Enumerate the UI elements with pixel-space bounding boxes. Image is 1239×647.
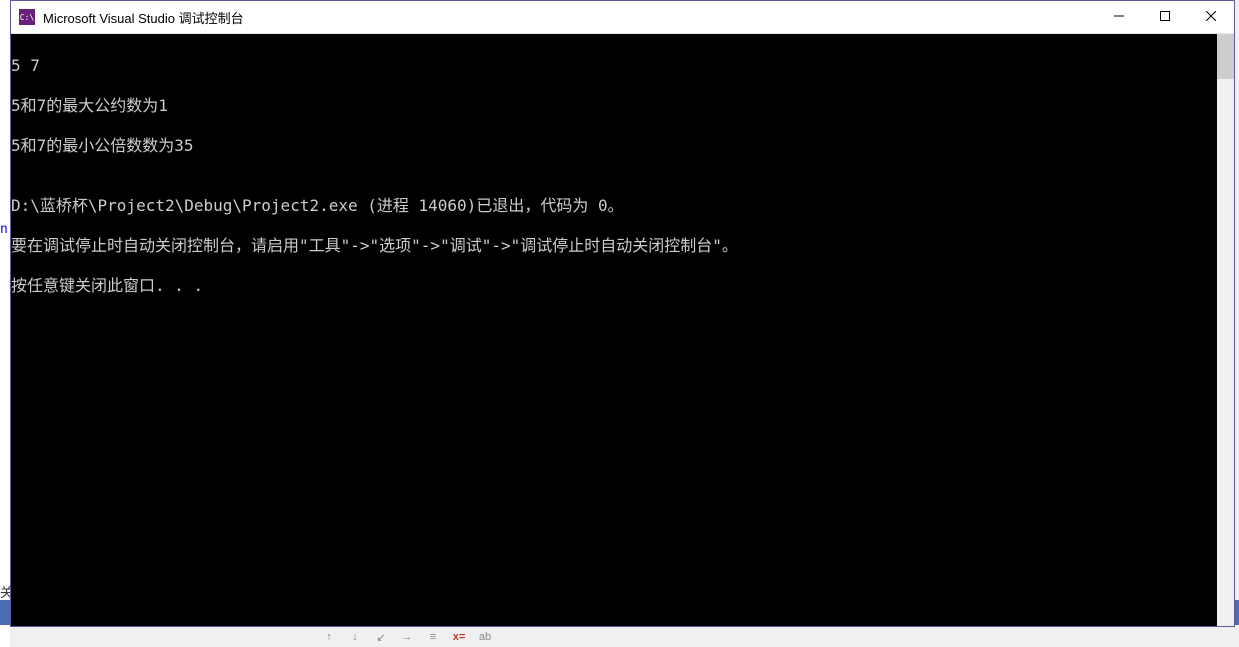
minimize-icon	[1114, 10, 1124, 24]
background-code-fragment: n	[0, 222, 8, 237]
window-title: Microsoft Visual Studio 调试控制台	[43, 8, 1096, 27]
toolbar-icon: ↓	[346, 631, 364, 645]
close-icon	[1206, 10, 1216, 24]
console-line: D:\蓝桥杯\Project2\Debug\Project2.exe (进程 1…	[11, 196, 1217, 216]
toolbar-icon: ab	[476, 631, 494, 645]
maximize-icon	[1160, 10, 1170, 24]
console-line: 要在调试停止时自动关闭控制台，请启用"工具"->"选项"->"调试"->"调试停…	[11, 236, 1217, 256]
scrollbar-thumb[interactable]	[1217, 34, 1234, 79]
background-editor-strip	[0, 0, 10, 647]
window-controls	[1096, 1, 1234, 33]
close-button[interactable]	[1188, 1, 1234, 33]
toolbar-icon: ≡	[424, 631, 442, 645]
console-line: 5和7的最小公倍数数为35	[11, 136, 1217, 156]
titlebar[interactable]: C:\ Microsoft Visual Studio 调试控制台	[11, 1, 1234, 34]
console-window: C:\ Microsoft Visual Studio 调试控制台 5 7 5和…	[10, 0, 1235, 627]
minimize-button[interactable]	[1096, 1, 1142, 33]
console-line: 5和7的最大公约数为1	[11, 96, 1217, 116]
toolbar-icon: →	[398, 631, 416, 645]
console-output[interactable]: 5 7 5和7的最大公约数为1 5和7的最小公倍数数为35 D:\蓝桥杯\Pro…	[11, 34, 1217, 626]
toolbar-icon: ↙	[372, 631, 390, 645]
toolbar-icon: ↑	[320, 631, 338, 645]
maximize-button[interactable]	[1142, 1, 1188, 33]
toolbar-icon-red: x=	[450, 631, 468, 645]
console-body: 5 7 5和7的最大公约数为1 5和7的最小公倍数数为35 D:\蓝桥杯\Pro…	[11, 34, 1234, 626]
console-line: 按任意键关闭此窗口. . .	[11, 276, 1217, 296]
console-line: 5 7	[11, 56, 1217, 76]
app-icon: C:\	[19, 9, 35, 25]
vertical-scrollbar[interactable]	[1217, 34, 1234, 626]
background-toolbar: ↑ ↓ ↙ → ≡ x= ab	[320, 628, 494, 647]
